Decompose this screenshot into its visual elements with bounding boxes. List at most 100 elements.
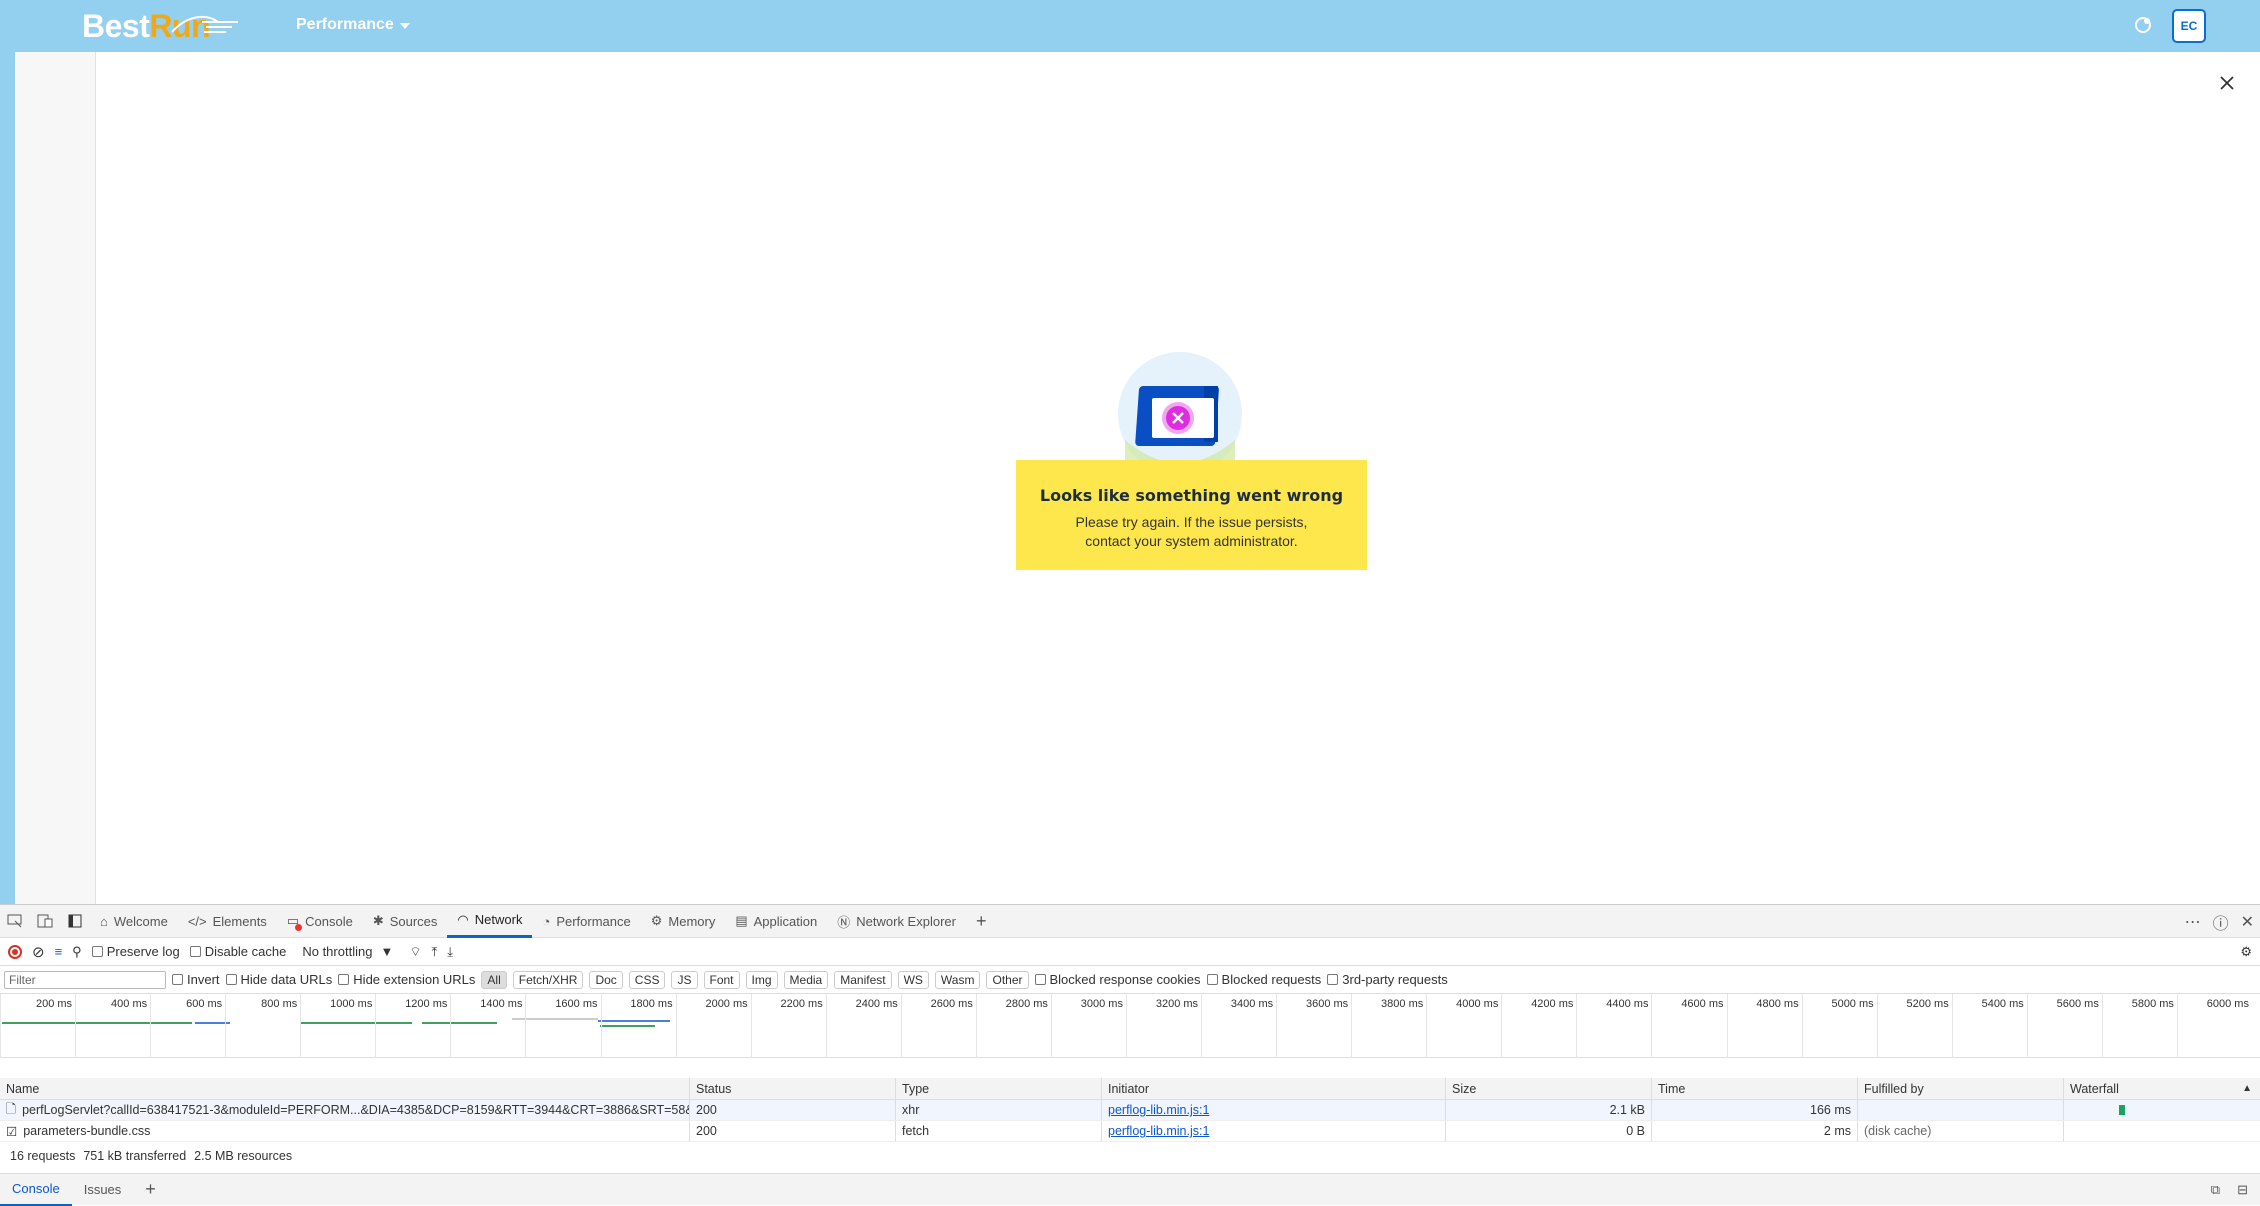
console-icon: ▭ bbox=[287, 913, 303, 931]
col-status[interactable]: Status bbox=[689, 1078, 895, 1099]
blocked-requests-checkbox[interactable]: Blocked requests bbox=[1206, 972, 1321, 987]
network-toolbar: ⊘ ≡ ⚲ Preserve log Disable cache No thro… bbox=[0, 938, 2260, 966]
table-row[interactable]: ☑ parameters-bundle.css 200 fetch perflog… bbox=[0, 1121, 2260, 1142]
timeline-tick: 2600 ms bbox=[900, 994, 976, 1058]
timeline-tick: 3000 ms bbox=[1050, 994, 1126, 1058]
timeline-tick: 3600 ms bbox=[1276, 994, 1351, 1058]
filter-toggle-icon[interactable]: ≡ bbox=[55, 944, 63, 959]
import-har-icon[interactable]: ⤒ bbox=[432, 944, 438, 960]
type-filter-fetch-xhr[interactable]: Fetch/XHR bbox=[512, 970, 584, 989]
help-icon[interactable]: ⓘ bbox=[2213, 910, 2229, 934]
devtools-panel: ⌂ Welcome </> Elements ▭ Console ✱ Sources ◠… bbox=[0, 904, 2260, 1206]
blocked-cookies-checkbox[interactable]: Blocked response cookies bbox=[1034, 972, 1201, 987]
type-filter-css[interactable]: CSS bbox=[628, 970, 666, 989]
timeline-tick-label: 4600 ms bbox=[1681, 998, 1724, 1010]
filter-input[interactable]: Filter bbox=[4, 970, 166, 989]
side-panel bbox=[15, 52, 96, 904]
network-settings-icon[interactable]: ⚙ bbox=[2240, 944, 2252, 960]
logo-swoosh-icon bbox=[171, 15, 238, 33]
timeline-tick: 5600 ms bbox=[2026, 994, 2102, 1058]
dropdown-caret-icon: ▼ bbox=[380, 944, 394, 959]
tab-memory[interactable]: ⚙ Memory bbox=[641, 905, 726, 938]
app-icon: ▤ bbox=[735, 913, 748, 928]
timeline-tick: 3200 ms bbox=[1126, 994, 1201, 1058]
timeline-tick: 3800 ms bbox=[1351, 994, 1426, 1058]
network-conditions-icon[interactable]: ⌔ bbox=[409, 944, 421, 960]
inspect-icon[interactable] bbox=[0, 905, 30, 938]
drawer-tab-issues[interactable]: Issues bbox=[72, 1174, 134, 1206]
type-filter-ws[interactable]: WS bbox=[897, 970, 929, 989]
tab-sources[interactable]: ✱ Sources bbox=[363, 905, 448, 938]
gauge-icon: ◔ bbox=[542, 913, 551, 929]
type-filter-wasm[interactable]: Wasm bbox=[934, 970, 981, 989]
initiator-link[interactable]: perflog-lib.min.js:1 bbox=[1108, 1124, 1209, 1138]
type-filter-all[interactable]: All bbox=[481, 970, 507, 989]
tab-application[interactable]: ▤ Application bbox=[725, 905, 827, 938]
performance-menu[interactable]: Performance bbox=[296, 16, 410, 34]
error-message: Please try again. If the issue persists,… bbox=[1075, 514, 1308, 549]
dock-side-icon[interactable] bbox=[60, 905, 90, 938]
network-overview-timeline[interactable]: 200 ms 400 ms 600 ms 800 ms 1000 ms 1200 ms 14… bbox=[0, 994, 2260, 1058]
third-party-checkbox[interactable]: 3rd-party requests bbox=[1327, 972, 1448, 987]
col-name[interactable]: Name bbox=[0, 1078, 689, 1099]
type-filter-doc[interactable]: Doc bbox=[589, 970, 623, 989]
close-devtools-icon[interactable]: ✕ bbox=[2241, 912, 2254, 932]
user-avatar[interactable]: EC bbox=[2172, 9, 2206, 43]
col-fulfilled-by[interactable]: Fulfilled by bbox=[1857, 1078, 2063, 1099]
col-time[interactable]: Time bbox=[1651, 1078, 1857, 1099]
timeline-tick: 4600 ms bbox=[1651, 994, 1726, 1058]
timeline-tick-label: 3600 ms bbox=[1305, 998, 1349, 1010]
hide-data-urls-checkbox[interactable]: Hide data URLs bbox=[225, 972, 332, 987]
devtools-tab-bar: ⌂ Welcome </> Elements ▭ Console ✱ Sources ◠… bbox=[0, 905, 2260, 938]
error-illustration bbox=[1118, 352, 1242, 476]
tab-network-explorer[interactable]: Ⓝ Network Explorer bbox=[827, 905, 966, 938]
timeline-tick-label: 1000 ms bbox=[330, 998, 373, 1010]
more-options-icon[interactable]: ⋯ bbox=[2185, 912, 2201, 932]
plus-icon: + bbox=[975, 910, 987, 931]
search-icon[interactable]: ⚲ bbox=[72, 944, 82, 960]
type-filter-manifest[interactable]: Manifest bbox=[834, 970, 892, 989]
drawer-tab-console[interactable]: Console bbox=[0, 1174, 72, 1206]
notification-icon[interactable] bbox=[2132, 14, 2154, 36]
col-initiator[interactable]: Initiator bbox=[1101, 1078, 1445, 1099]
type-filter-other[interactable]: Other bbox=[986, 970, 1029, 989]
col-type[interactable]: Type bbox=[895, 1078, 1101, 1099]
close-drawer-icon[interactable]: ⊟ bbox=[2237, 1182, 2248, 1198]
drawer-add-tab-button[interactable]: + bbox=[133, 1174, 168, 1206]
table-row[interactable]: 🗋 perfLogServlet?callId=638417521-3&modul… bbox=[0, 1100, 2260, 1121]
throttling-select[interactable]: No throttling ▼ bbox=[296, 942, 399, 961]
tab-elements[interactable]: </> Elements bbox=[178, 905, 277, 938]
preserve-log-checkbox[interactable]: Preserve log bbox=[91, 944, 180, 959]
type-filter-font[interactable]: Font bbox=[703, 970, 740, 989]
timeline-tick: 5800 ms bbox=[2101, 994, 2177, 1058]
hide-extension-urls-checkbox[interactable]: Hide extension URLs bbox=[338, 972, 475, 987]
type-filter-js[interactable]: JS bbox=[671, 970, 698, 989]
close-icon[interactable] bbox=[2216, 72, 2238, 94]
record-icon[interactable] bbox=[8, 944, 22, 959]
timeline-tick-label: 4000 ms bbox=[1456, 998, 1499, 1010]
invert-checkbox[interactable]: Invert bbox=[172, 972, 220, 987]
export-har-icon[interactable]: ⤓ bbox=[447, 944, 453, 960]
shell-bar: BestRun Performance EC bbox=[0, 0, 2260, 52]
clear-icon[interactable]: ⊘ bbox=[32, 943, 45, 961]
col-size[interactable]: Size bbox=[1445, 1078, 1651, 1099]
type-filter-media[interactable]: Media bbox=[783, 970, 829, 989]
device-toggle-icon[interactable] bbox=[30, 905, 60, 938]
tab-console[interactable]: ▭ Console bbox=[277, 905, 363, 938]
network-explorer-icon: Ⓝ bbox=[837, 914, 851, 930]
side-strip bbox=[0, 52, 15, 904]
initiator-link[interactable]: perflog-lib.min.js:1 bbox=[1108, 1103, 1209, 1117]
col-waterfall[interactable]: Waterfall ▲ bbox=[2063, 1078, 2260, 1099]
tab-network[interactable]: ◠ Network bbox=[447, 905, 533, 938]
dock-drawer-icon[interactable]: ⧉ bbox=[2211, 1182, 2220, 1198]
sort-up-icon: ▲ bbox=[2242, 1083, 2252, 1094]
type-filter-img[interactable]: Img bbox=[745, 970, 778, 989]
timeline-tick-label: 1600 ms bbox=[555, 998, 598, 1010]
tab-performance[interactable]: ◔ Performance bbox=[532, 905, 640, 938]
add-tab-button[interactable]: + bbox=[966, 905, 997, 938]
disable-cache-checkbox[interactable]: Disable cache bbox=[189, 944, 286, 959]
filter-bar: Filter Invert Hide data URLs Hide extens… bbox=[0, 966, 2260, 994]
waterfall-cell bbox=[2063, 1100, 2260, 1120]
file-icon: 🗋 bbox=[6, 1101, 17, 1116]
tab-welcome[interactable]: ⌂ Welcome bbox=[90, 905, 178, 938]
